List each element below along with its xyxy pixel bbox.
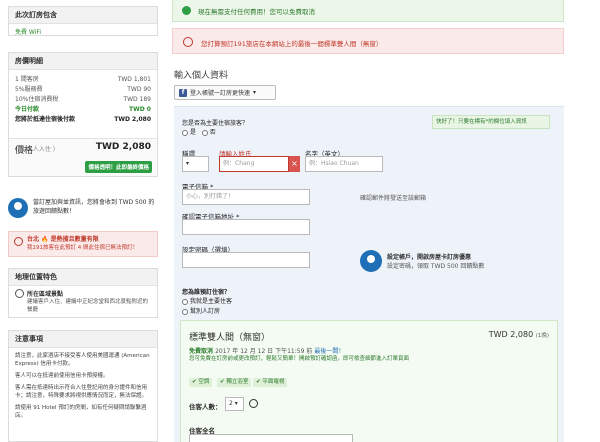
last-room-text: 您打算預訂191旅店在本網站上的最後一間標準雙人間（無窗） xyxy=(201,40,383,48)
account-desc: 設定密碼，領取 TWD 500 回饋點數 xyxy=(387,263,485,270)
account-title: 設定帳戶，開啟房屋卡訂房優惠 xyxy=(387,254,472,261)
alert-text: 我191旅客在此預訂 4 間此住宿已無法預訂！ xyxy=(27,245,138,251)
price-badge: 價格透明！此即最終價格 xyxy=(85,161,152,173)
facebook-icon: f xyxy=(179,88,187,97)
amenity-tag: ✔ 空調 xyxy=(189,378,213,387)
guest-form: 您是否為主要住宿旅客？ 是 否 快好了！只要在標有*的欄位填入資訊 稱謂 ▾ 請… xyxy=(174,106,564,442)
total-box: 價格 TWD 2,080 ( 共 2 人入住 ) 價格透明！此即最終價格 xyxy=(9,138,157,176)
form-tip: 快好了！只要在標有*的欄位填入資訊 xyxy=(432,115,550,129)
last-room-link[interactable]: 最後一間！ xyxy=(314,348,344,355)
price-row: 5%服務費 TWD 90 xyxy=(15,86,151,93)
price-row: 10%住宿消費稅 TWD 189 xyxy=(15,96,151,103)
email-hint: 確認郵件將發送至該郵箱 xyxy=(360,195,427,202)
total-label: 價格 xyxy=(15,146,34,156)
ban-icon xyxy=(249,399,258,408)
location-card: 地理位置特色 所在區域景點 建議客戶入住、建議中正紀念堂和西北景點附近的餐廳 xyxy=(8,268,158,318)
surname-input[interactable]: 例：Chang xyxy=(219,156,289,172)
room-desc: 您可免費在訂房前或更改預訂，輕鬆又簡單！開啟預訂確認函，即可檢查細節進入訂單頁面 xyxy=(189,356,410,362)
primary-guest-options: 是 否 xyxy=(182,127,216,136)
clear-icon[interactable]: × xyxy=(289,156,300,172)
account-icon xyxy=(360,250,382,272)
price-title: 房價明細 xyxy=(9,53,157,70)
location-icon xyxy=(15,289,24,298)
note-item: 客人需在抵達時出示符合入住登記用的身分證件和信用卡；請注意，特殊要求將視供應情況… xyxy=(15,385,148,399)
chevron-down-icon: ▾ xyxy=(253,89,257,96)
last-room-banner: 您打算預訂191旅店在本網站上的最後一間標準雙人間（無窗） xyxy=(172,28,564,54)
price-row: 1 間客房 TWD 1,801 xyxy=(15,76,151,83)
guest-name-input[interactable] xyxy=(189,434,353,442)
given-name-input[interactable]: 例：Hsiao Chuan xyxy=(305,156,383,172)
user-icon xyxy=(8,198,28,218)
promo-text: 當訂屋加與並資訊，您將會收到 TWD 500 的旅遊回饋點數！ xyxy=(33,199,155,215)
total-amount: TWD 2,080 xyxy=(95,142,151,152)
primary-guest-question: 您是否為主要住宿旅客？ xyxy=(182,120,249,127)
demand-alert: 台北 🔥 是熱搜且數量有限 我191旅客在此預訂 4 間此住宿已無法預訂！ xyxy=(8,231,158,257)
password-input[interactable] xyxy=(182,252,310,268)
guests-select[interactable]: 2 ▾ xyxy=(225,397,244,411)
amenity-tag: ✔ 平面電視 xyxy=(253,378,288,387)
notes-card: 注意事項 請注意，此家酒店不接受客人使用美國運通 (American Expre… xyxy=(8,330,158,442)
clock-icon xyxy=(14,237,23,246)
note-item: 請注意，此家酒店不接受客人使用美國運通 (American Express) 信… xyxy=(15,353,150,367)
no-prepay-text: 現在無需支付任何費用！您可以免費取消 xyxy=(198,8,315,16)
pay-later-row: 您將於抵達住宿後付款 TWD 2,080 xyxy=(15,116,151,123)
social-login-button[interactable]: f 登入帳號一訂房更快速 ▾ xyxy=(174,85,276,100)
purpose-question: 您為誰預訂住宿？ xyxy=(182,289,231,296)
email-input[interactable]: 小心，別打錯了！ xyxy=(182,189,310,205)
form-heading: 輸入個人資料 xyxy=(174,71,229,81)
wifi-item: 免費 WiFi xyxy=(15,29,42,36)
purpose-option-self[interactable]: 我就是主要住客 xyxy=(182,296,232,305)
purpose-option-other[interactable]: 幫別人訂房 xyxy=(182,306,220,315)
room-card: 標準雙人間（無窗） TWD 2,080 (1晚) 免費取消 2017 年 12 … xyxy=(180,320,558,442)
title-select[interactable]: ▾ xyxy=(182,156,209,172)
clock-icon xyxy=(183,37,193,47)
notes-title: 注意事項 xyxy=(9,331,157,348)
radio-yes[interactable] xyxy=(182,129,188,136)
note-item: 請使用 91 Hotel 預訂的房間，如有任何疑問請聯繫酒店。 xyxy=(15,405,147,419)
confirm-email-input[interactable] xyxy=(182,219,310,235)
included-title: 此次訂房包含 xyxy=(9,7,157,24)
guests-label: 住客人數： xyxy=(189,403,222,411)
check-icon xyxy=(182,6,191,15)
amenity-tag: ✔ 獨立浴室 xyxy=(217,378,252,387)
room-price: TWD 2,080 (1晚) xyxy=(488,330,549,339)
pay-today-row: 今日付款 TWD 0 xyxy=(15,106,151,113)
no-prepay-banner: 現在無需支付任何費用！您可以免費取消 xyxy=(172,0,564,22)
free-cancel: 免費取消 2017 年 12 月 12 日 下午11:59 前 最後一間！ xyxy=(189,348,345,355)
price-card: 房價明細 1 間客房 TWD 1,801 5%服務費 TWD 90 10%住宿消費稅… xyxy=(8,52,158,177)
room-title: 標準雙人間（無窗） xyxy=(189,333,271,343)
location-title: 地理位置特色 xyxy=(9,269,157,286)
promo-box: 當訂屋加與並資訊，您將會收到 TWD 500 的旅遊回饋點數！ xyxy=(8,192,158,226)
included-card: 此次訂房包含 免費 WiFi xyxy=(8,6,158,36)
location-feature: 所在區域景點 建議客戶入住、建議中正紀念堂和西北景點附近的餐廳 xyxy=(9,286,157,318)
alert-title: 台北 🔥 是熱搜且數量有限 xyxy=(27,236,99,243)
note-item: 客人可以在抵達前使用信用卡預授權。 xyxy=(15,373,109,379)
left-column: 此次訂房包含 免費 WiFi 房價明細 1 間客房 TWD 1,801 5%服務費… xyxy=(0,0,160,442)
radio-no[interactable] xyxy=(201,129,208,136)
